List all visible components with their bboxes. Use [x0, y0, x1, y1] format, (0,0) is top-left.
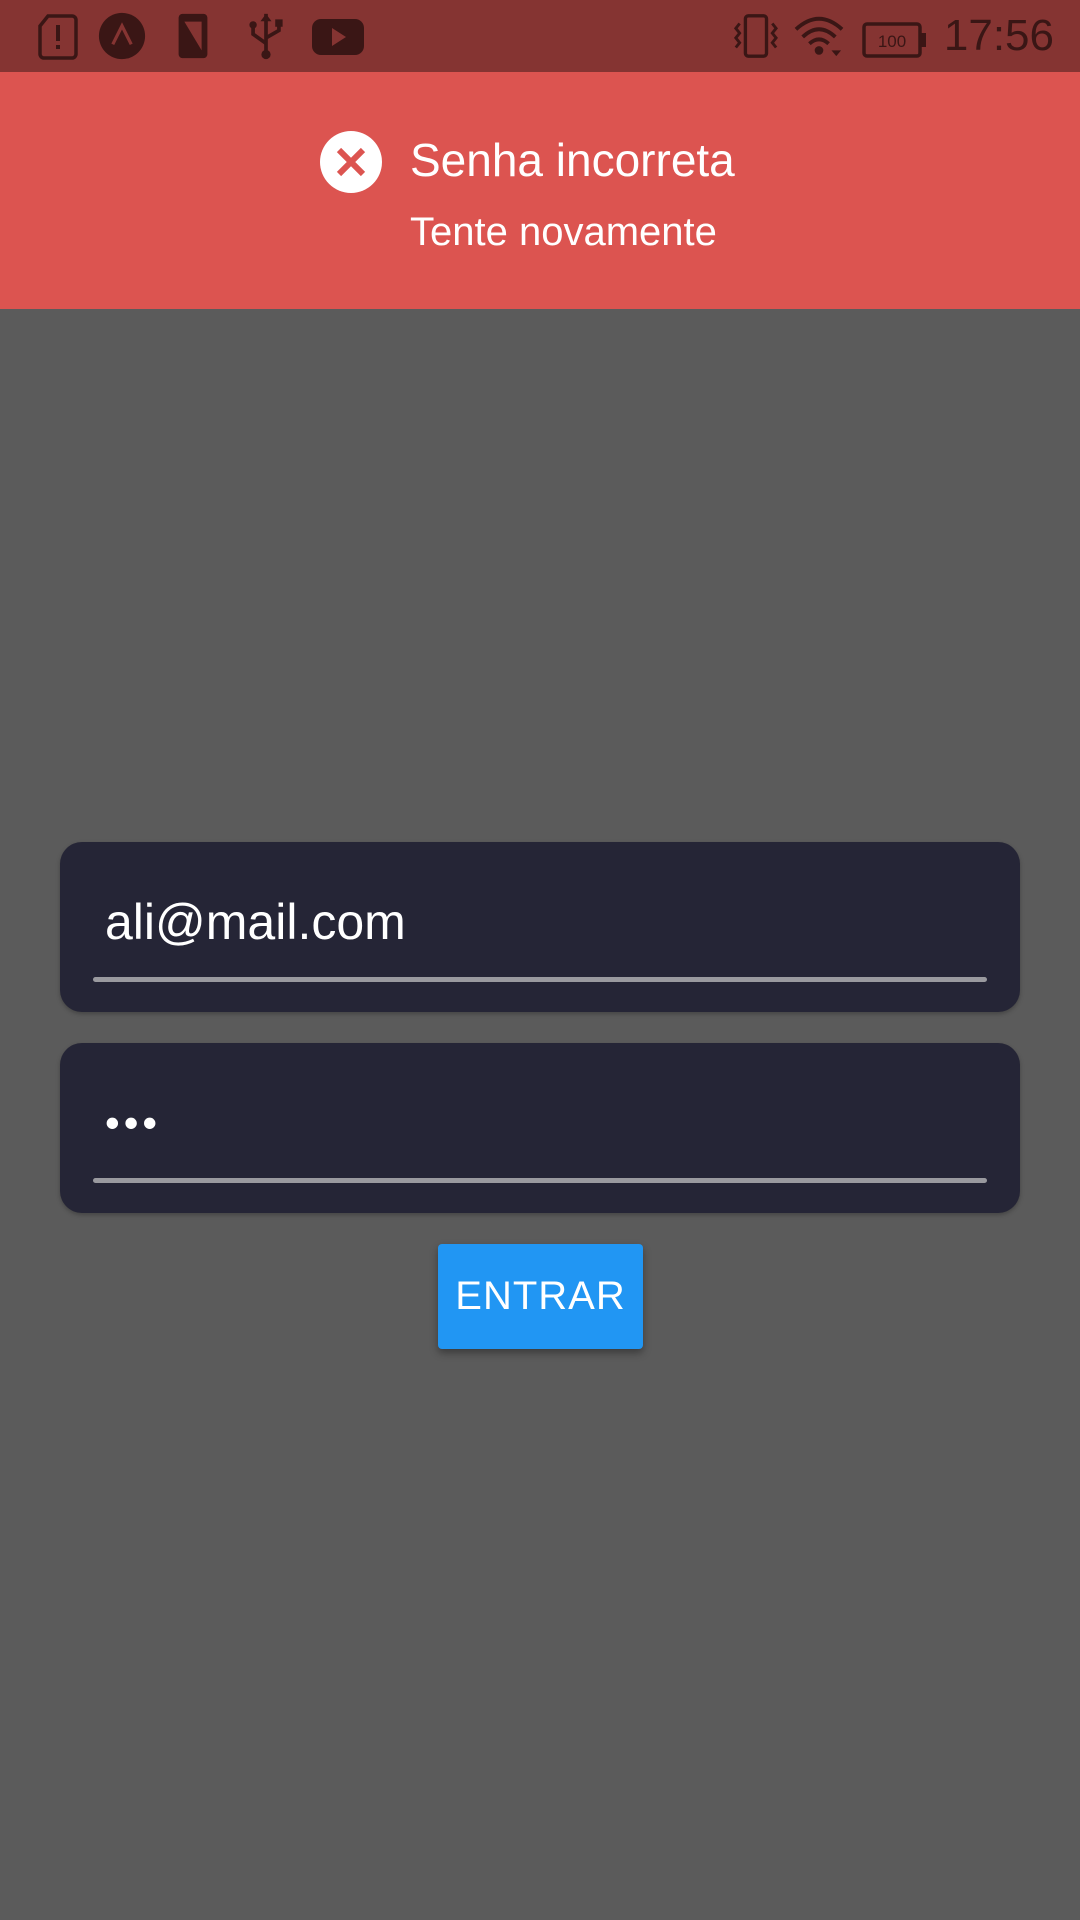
status-bar: 100 17:56 — [0, 0, 1080, 72]
app-launcher-icon — [98, 12, 146, 60]
banner-subtitle: Tente novamente — [410, 210, 717, 254]
battery-icon: 100 — [862, 22, 926, 58]
youtube-icon — [312, 19, 364, 55]
error-banner: Senha incorreta Tente novamente — [0, 72, 1080, 309]
battery-level: 100 — [878, 32, 906, 51]
email-field-underline — [93, 977, 987, 982]
status-time: 17:56 — [943, 11, 1054, 60]
login-screen: 100 17:56 Senha incorreta Tente novament… — [0, 0, 1080, 1920]
email-field-container — [60, 842, 1020, 1012]
screen-rotation-icon — [178, 13, 208, 59]
banner-title: Senha incorreta — [410, 134, 735, 186]
password-field[interactable] — [105, 1088, 965, 1158]
password-field-container — [60, 1043, 1020, 1213]
vibrate-icon — [733, 14, 778, 58]
usb-icon — [249, 13, 283, 60]
email-field[interactable] — [105, 887, 965, 957]
wifi-icon — [794, 16, 844, 57]
entrar-button[interactable]: ENTRAR — [438, 1244, 643, 1349]
password-field-underline — [93, 1178, 987, 1183]
error-x-icon — [320, 131, 382, 193]
sd-card-alert-icon — [38, 14, 78, 60]
